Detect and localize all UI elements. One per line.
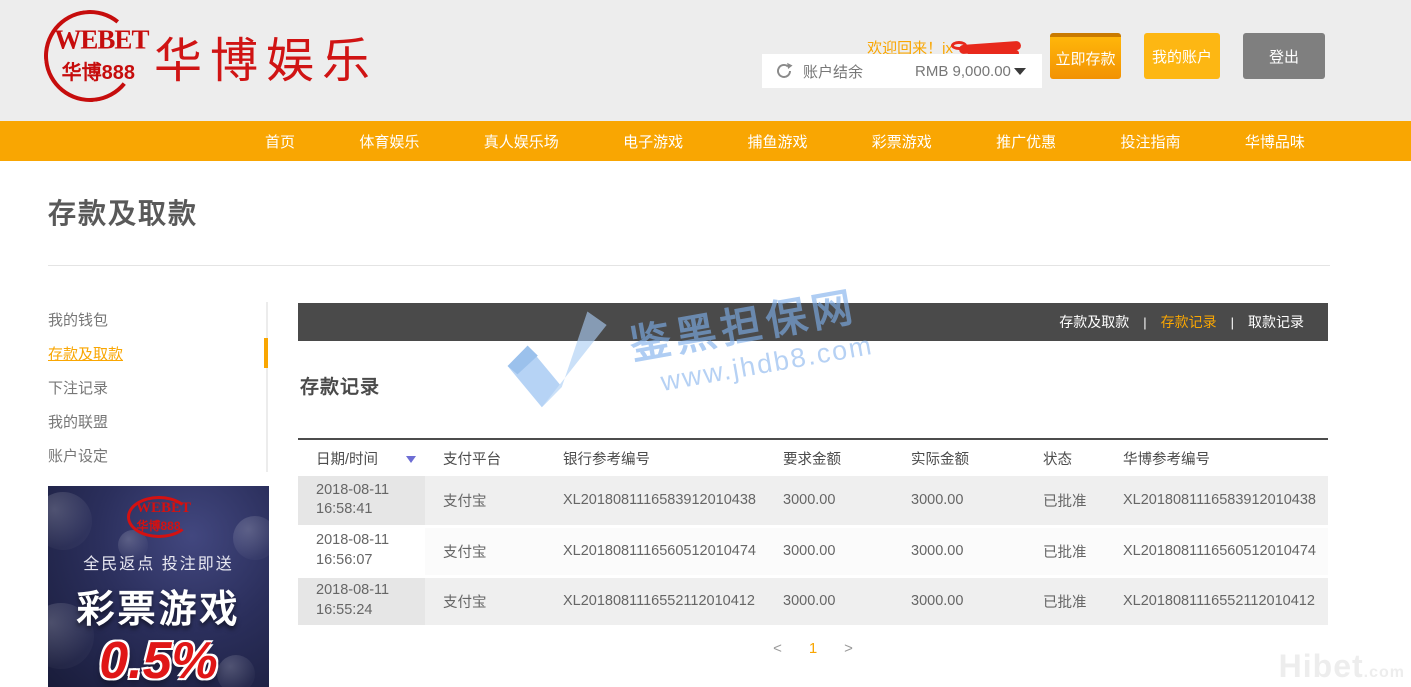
sidebar: 我的钱包 存款及取款 下注记录 我的联盟 账户设定 xyxy=(48,302,268,472)
balance-label: 账户结余 xyxy=(803,61,863,82)
tab-deposit-records[interactable]: 存款记录 xyxy=(1147,312,1231,332)
sidebar-item-betting-records[interactable]: 下注记录 xyxy=(48,370,266,404)
logo-brand-cn-text: 华博888 xyxy=(62,56,135,85)
banner-title: 彩票游戏 xyxy=(76,578,240,633)
column-header-requested-amount: 要求金额 xyxy=(765,439,893,476)
column-header-platform: 支付平台 xyxy=(425,439,545,476)
pagination: < 1 > xyxy=(298,640,1328,657)
table-row: 2018-08-1116:55:24 支付宝 XL201808111655211… xyxy=(298,576,1328,626)
table-header-row: 日期/时间 支付平台 银行参考编号 要求金额 实际金额 状态 华博参考编号 xyxy=(298,439,1328,476)
cell-requested: 3000.00 xyxy=(765,576,893,626)
active-indicator xyxy=(264,338,268,368)
cell-webet-ref: XL2018081116583912010438 xyxy=(1105,476,1328,526)
table-row: 2018-08-1116:56:07 支付宝 XL201808111656051… xyxy=(298,526,1328,576)
sidebar-item-label: 下注记录 xyxy=(48,377,108,398)
nav-item-live-casino[interactable]: 真人娱乐场 xyxy=(484,131,559,152)
banner-brand-text: WEBET xyxy=(136,500,191,517)
cell-bank-ref: XL2018081116552112010412 xyxy=(545,576,765,626)
nav-item-webet-style[interactable]: 华博品味 xyxy=(1245,131,1305,152)
lottery-ball-decor xyxy=(233,516,269,560)
nav-item-sports[interactable]: 体育娱乐 xyxy=(359,131,419,152)
sidebar-item-label: 我的联盟 xyxy=(48,411,108,432)
sidebar-item-deposit-withdrawal[interactable]: 存款及取款 xyxy=(48,336,266,370)
column-header-bank-ref: 银行参考编号 xyxy=(545,439,765,476)
column-header-status: 状态 xyxy=(1025,439,1105,476)
cell-status: 已批准 xyxy=(1025,476,1105,526)
cell-platform: 支付宝 xyxy=(425,476,545,526)
nav-item-fishing[interactable]: 捕鱼游戏 xyxy=(747,131,807,152)
header-buttons: 立即存款 我的账户 登出 xyxy=(1050,33,1325,79)
sidebar-item-my-alliance[interactable]: 我的联盟 xyxy=(48,404,266,438)
table-body: 2018-08-1116:58:41 支付宝 XL201808111658391… xyxy=(298,476,1328,626)
sort-desc-icon[interactable] xyxy=(406,456,416,463)
main-nav: 首页 体育娱乐 真人娱乐场 电子游戏 捕鱼游戏 彩票游戏 推广优惠 投注指南 华… xyxy=(0,121,1411,161)
cell-bank-ref: XL2018081116560512010474 xyxy=(545,526,765,576)
cell-requested: 3000.00 xyxy=(765,526,893,576)
tab-withdrawal-records[interactable]: 取款记录 xyxy=(1234,312,1318,332)
tab-deposit-withdrawal[interactable]: 存款及取款 xyxy=(1045,312,1143,332)
pagination-next[interactable]: > xyxy=(844,640,853,657)
page: WEBET 华博888 华博娱乐 欢迎回来！jx 账户结余 RMB 9,000.… xyxy=(0,0,1411,687)
column-header-webet-ref: 华博参考编号 xyxy=(1105,439,1328,476)
lottery-ball-decor xyxy=(48,492,92,550)
cell-status: 已批准 xyxy=(1025,576,1105,626)
nav-item-promotions[interactable]: 推广优惠 xyxy=(996,131,1056,152)
logout-button[interactable]: 登出 xyxy=(1243,33,1325,79)
sidebar-item-label: 我的钱包 xyxy=(48,309,108,330)
cell-bank-ref: XL2018081116583912010438 xyxy=(545,476,765,526)
nav-item-lottery[interactable]: 彩票游戏 xyxy=(872,131,932,152)
site-header: WEBET 华博888 华博娱乐 欢迎回来！jx 账户结余 RMB 9,000.… xyxy=(0,0,1411,121)
banner-rate: 0.5% xyxy=(99,635,218,687)
cell-actual: 3000.00 xyxy=(893,576,1025,626)
title-divider xyxy=(48,265,1330,266)
cell-platform: 支付宝 xyxy=(425,576,545,626)
lottery-promo-banner[interactable]: WEBET 华博888 全民返点 投注即送 彩票游戏 0.5% xyxy=(48,486,269,687)
cell-datetime: 2018-08-1116:56:07 xyxy=(298,526,425,576)
nav-item-home[interactable]: 首页 xyxy=(265,131,295,152)
refresh-icon[interactable] xyxy=(775,62,793,80)
cell-actual: 3000.00 xyxy=(893,476,1025,526)
banner-brand-cn-text: 华博888 xyxy=(136,517,180,534)
cell-status: 已批准 xyxy=(1025,526,1105,576)
deposit-records-table: 日期/时间 支付平台 银行参考编号 要求金额 实际金额 状态 华博参考编号 20… xyxy=(298,438,1328,628)
site-name: 华博娱乐 xyxy=(154,21,378,91)
column-header-datetime[interactable]: 日期/时间 xyxy=(298,439,425,476)
deposit-now-button[interactable]: 立即存款 xyxy=(1050,33,1121,79)
logo-ring-icon: WEBET 华博888 xyxy=(39,5,140,106)
tab-bar: 存款及取款 | 存款记录 | 取款记录 xyxy=(298,303,1328,341)
cell-datetime: 2018-08-1116:55:24 xyxy=(298,576,425,626)
lottery-ball-decor xyxy=(217,655,255,687)
column-header-actual-amount: 实际金额 xyxy=(893,439,1025,476)
cell-webet-ref: XL2018081116552112010412 xyxy=(1105,576,1328,626)
cell-requested: 3000.00 xyxy=(765,476,893,526)
my-account-button[interactable]: 我的账户 xyxy=(1144,33,1220,79)
balance-value: RMB 9,000.00 xyxy=(915,63,1011,80)
banner-tagline: 全民返点 投注即送 xyxy=(83,550,233,574)
section-title: 存款记录 xyxy=(300,372,1328,399)
page-title: 存款及取款 xyxy=(48,192,198,232)
sidebar-item-label: 账户设定 xyxy=(48,445,108,466)
balance-widget: 账户结余 RMB 9,000.00 xyxy=(762,54,1042,88)
sidebar-item-my-wallet[interactable]: 我的钱包 xyxy=(48,302,266,336)
sidebar-item-label: 存款及取款 xyxy=(48,343,123,364)
balance-dropdown-caret-icon[interactable] xyxy=(1014,68,1026,75)
table-row: 2018-08-1116:58:41 支付宝 XL201808111658391… xyxy=(298,476,1328,526)
cell-actual: 3000.00 xyxy=(893,526,1025,576)
sidebar-item-account-settings[interactable]: 账户设定 xyxy=(48,438,266,472)
logo-brand-text: WEBET xyxy=(54,25,148,56)
nav-item-betting-guide[interactable]: 投注指南 xyxy=(1121,131,1181,152)
hibet-watermark-suffix: .com xyxy=(1364,664,1405,681)
cell-datetime: 2018-08-1116:58:41 xyxy=(298,476,425,526)
content-panel: 存款及取款 | 存款记录 | 取款记录 存款记录 日期/时间 支付平台 银行参考… xyxy=(298,303,1328,657)
nav-item-slots[interactable]: 电子游戏 xyxy=(623,131,683,152)
pagination-prev[interactable]: < xyxy=(773,640,782,657)
brand-logo[interactable]: WEBET 华博888 华博娱乐 xyxy=(44,10,378,102)
banner-logo-icon: WEBET 华博888 xyxy=(127,496,191,538)
cell-platform: 支付宝 xyxy=(425,526,545,576)
cell-webet-ref: XL2018081116560512010474 xyxy=(1105,526,1328,576)
pagination-page-1[interactable]: 1 xyxy=(809,640,817,657)
